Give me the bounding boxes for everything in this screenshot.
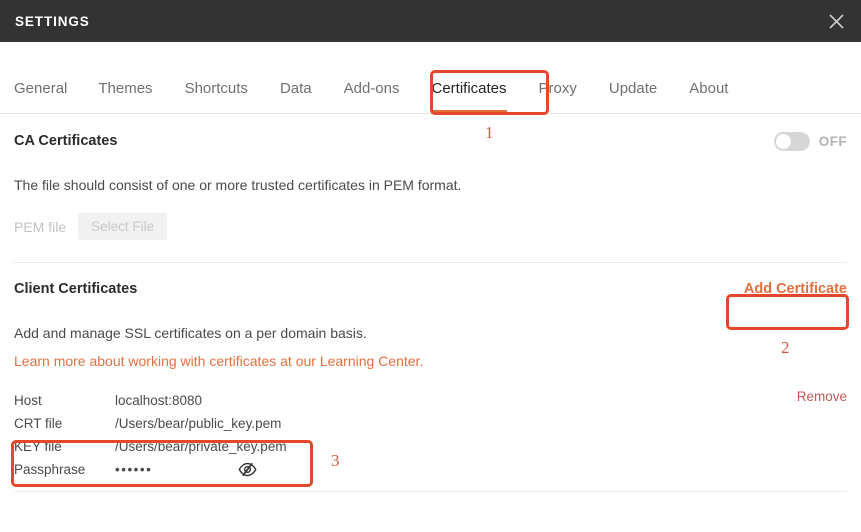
toggle-state-label: OFF xyxy=(818,133,847,149)
toggle-track xyxy=(773,131,810,151)
key-file-label: KEY file xyxy=(14,438,62,454)
pem-file-label: PEM file xyxy=(14,218,67,235)
passphrase-label: Passphrase xyxy=(14,461,86,477)
toggle-knob xyxy=(775,133,791,149)
tab-update[interactable]: Update xyxy=(609,80,657,113)
eye-off-icon[interactable] xyxy=(238,462,257,477)
ca-certificates-header: CA Certificates OFF xyxy=(14,115,847,167)
page-title: SETTINGS xyxy=(15,13,90,29)
settings-dialog: SETTINGS General Themes Shortcuts Data A… xyxy=(0,0,861,532)
close-icon[interactable] xyxy=(823,8,849,34)
select-file-button[interactable]: Select File xyxy=(78,213,168,241)
crt-file-value: /Users/bear/public_key.pem xyxy=(115,415,282,431)
tab-data[interactable]: Data xyxy=(280,80,312,113)
ca-certificates-description: The file should consist of one or more t… xyxy=(14,177,462,193)
learn-more-link[interactable]: Learn more about working with certificat… xyxy=(14,353,423,369)
tab-addons[interactable]: Add-ons xyxy=(344,80,400,113)
title-bar: SETTINGS xyxy=(0,0,861,42)
table-row: Passphrase •••••• xyxy=(14,458,847,481)
tab-about[interactable]: About xyxy=(689,80,728,113)
settings-content: CA Certificates OFF The file should cons… xyxy=(0,115,861,492)
remove-certificate-link[interactable]: Remove xyxy=(797,389,847,404)
tab-themes[interactable]: Themes xyxy=(98,80,152,113)
ca-certificates-toggle[interactable]: OFF xyxy=(773,131,847,151)
settings-tabbar: General Themes Shortcuts Data Add-ons Ce… xyxy=(0,42,861,114)
learn-more-wrapper: Learn more about working with certificat… xyxy=(14,344,847,371)
section-divider-2 xyxy=(14,490,847,492)
client-certificates-title: Client Certificates xyxy=(14,281,138,298)
passphrase-value: •••••• xyxy=(115,461,153,477)
client-certificates-description: Add and manage SSL certificates on a per… xyxy=(14,325,367,342)
tab-certificates[interactable]: Certificates xyxy=(431,80,507,113)
pem-file-row: PEM file Select File xyxy=(14,195,847,241)
host-value: localhost:8080 xyxy=(115,392,203,408)
tab-proxy[interactable]: Proxy xyxy=(539,80,577,113)
tab-shortcuts[interactable]: Shortcuts xyxy=(185,80,248,113)
table-row: KEY file /Users/bear/private_key.pem xyxy=(14,435,847,458)
key-file-value: /Users/bear/private_key.pem xyxy=(115,438,287,454)
table-row: Host localhost:8080 xyxy=(14,389,847,412)
client-certificates-header: Client Certificates Add Certificate xyxy=(14,263,847,315)
add-certificate-link[interactable]: Add Certificate xyxy=(744,281,847,297)
ca-certificates-title: CA Certificates xyxy=(14,133,118,149)
table-row: CRT file /Users/bear/public_key.pem xyxy=(14,412,847,435)
host-label: Host xyxy=(14,392,42,408)
certificate-entry: Remove Host localhost:8080 CRT file /Use… xyxy=(14,371,847,492)
tab-general[interactable]: General xyxy=(14,80,67,113)
crt-file-label: CRT file xyxy=(14,415,63,431)
